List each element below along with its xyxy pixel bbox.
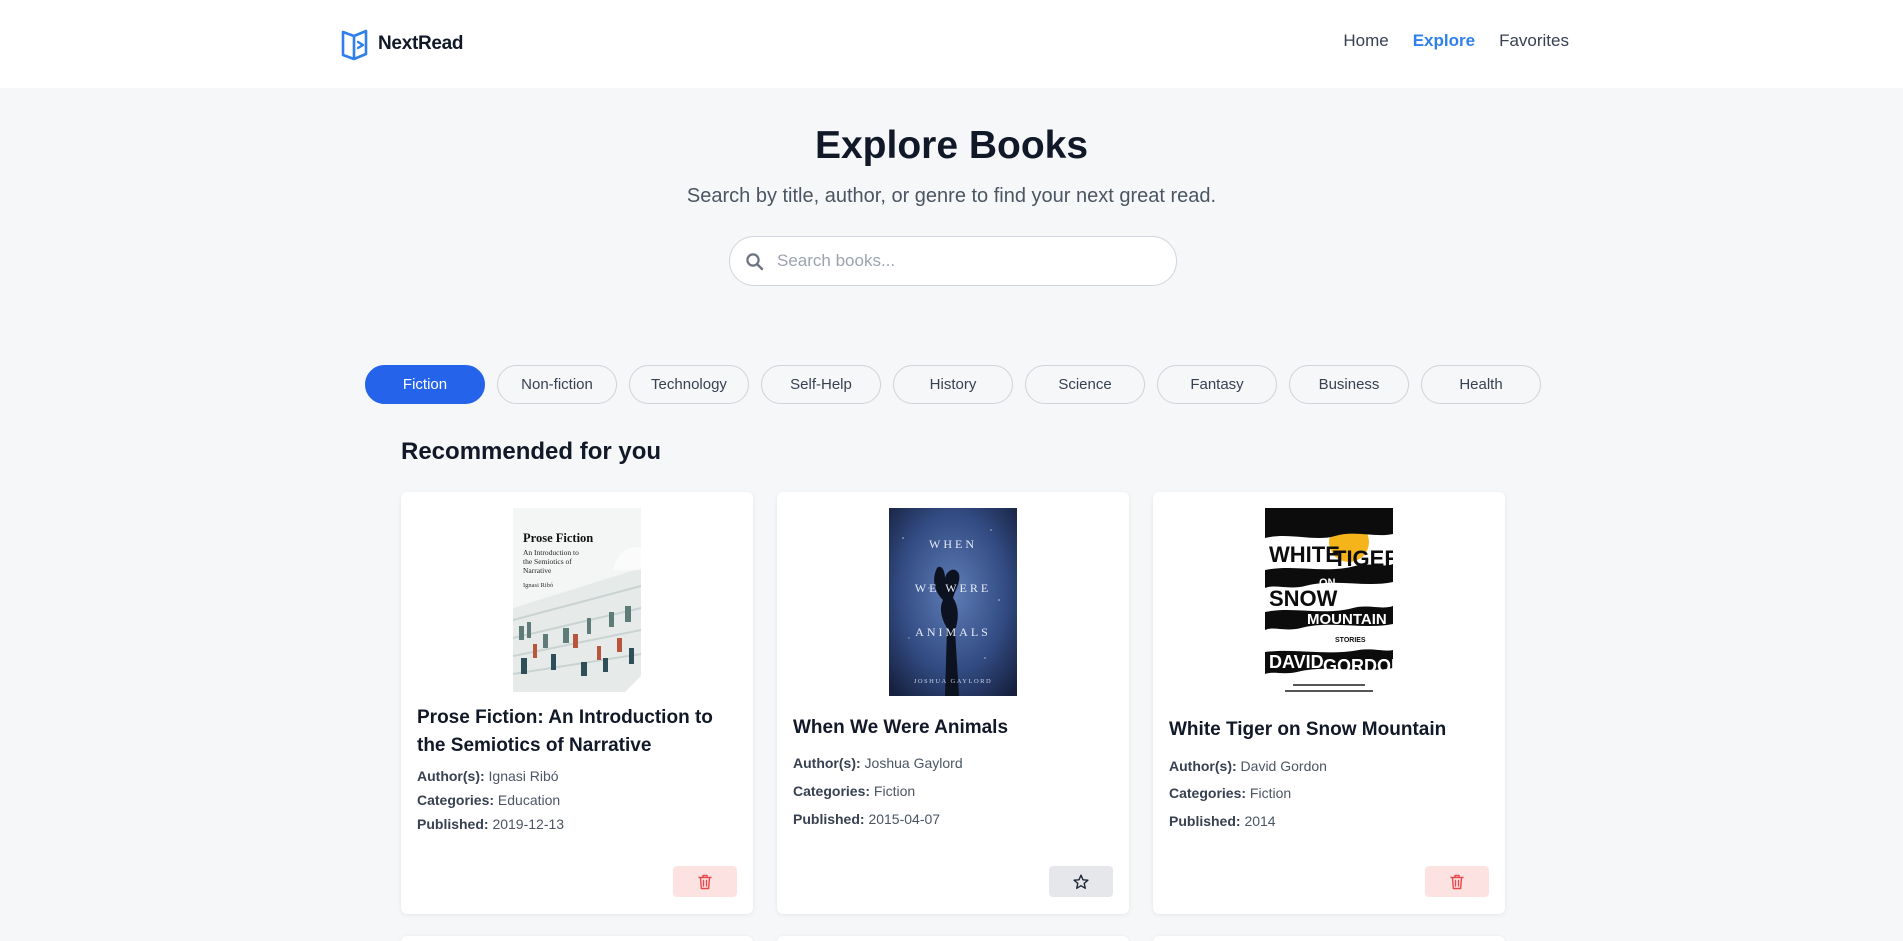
book-title[interactable]: When We Were Animals (793, 714, 1113, 742)
svg-text:GORDON: GORDON (1323, 656, 1393, 676)
search-box (729, 236, 1177, 286)
book-cover: WHITE TIGER ON SNOW MOUNTAIN STORIES DAV… (1265, 508, 1393, 700)
cover-title: WHEN (929, 537, 977, 551)
book-categories: Categories: Fiction (793, 783, 916, 799)
svg-text:STORIES: STORIES (1335, 637, 1366, 644)
book-card-partial (401, 936, 753, 941)
book-title[interactable]: White Tiger on Snow Mountain (1169, 716, 1489, 744)
search-input[interactable] (777, 238, 1162, 284)
book-title[interactable]: Prose Fiction: An Introduction to the Se… (417, 704, 737, 760)
favorite-button[interactable] (1049, 866, 1113, 897)
book-authors: Author(s): David Gordon (1169, 758, 1327, 774)
svg-text:WE WERE: WE WERE (915, 581, 991, 595)
book-card-partial (777, 936, 1129, 941)
genre-chip-fantasy[interactable]: Fantasy (1157, 365, 1277, 404)
search-icon (746, 253, 764, 271)
svg-text:DAVID: DAVID (1269, 652, 1324, 672)
nav-home[interactable]: Home (1343, 31, 1388, 51)
navbar: NextRead Home Explore Favorites (0, 0, 1903, 88)
logo[interactable]: NextRead (341, 27, 464, 61)
genre-chip-self-help[interactable]: Self-Help (761, 365, 881, 404)
svg-text:TIGER: TIGER (1333, 546, 1393, 571)
trash-icon (1450, 874, 1464, 889)
book-cover: WHEN WE WERE ANIMALS JOSHUA GAYLORD (889, 508, 1017, 696)
star-icon (1073, 874, 1089, 889)
svg-text:MOUNTAIN: MOUNTAIN (1307, 611, 1387, 628)
genre-chip-technology[interactable]: Technology (629, 365, 749, 404)
book-logo-icon (341, 29, 368, 61)
svg-text:JOSHUA GAYLORD: JOSHUA GAYLORD (914, 678, 992, 685)
nav-favorites[interactable]: Favorites (1499, 31, 1569, 51)
book-categories: Categories: Fiction (1169, 785, 1292, 801)
book-card-partial (1153, 936, 1505, 941)
trash-icon (698, 874, 712, 889)
cover-title: WHITE (1269, 542, 1340, 567)
svg-text:SNOW: SNOW (1269, 586, 1338, 611)
genre-chip-history[interactable]: History (893, 365, 1013, 404)
svg-text:Ignasi Ribó: Ignasi Ribó (523, 582, 553, 589)
cover-title: Prose Fiction (523, 531, 593, 545)
svg-text:the Semiotics of: the Semiotics of (523, 557, 572, 566)
page-title: Explore Books (814, 124, 1089, 167)
book-published: Published: 2019-12-13 (417, 816, 565, 832)
delete-button[interactable] (673, 866, 737, 897)
book-cover: Prose Fiction An Introduction to the Sem… (513, 508, 641, 692)
book-published: Published: 2014 (1169, 813, 1276, 829)
genre-filter: Fiction Non-fiction Technology Self-Help… (365, 365, 1541, 404)
book-published: Published: 2015-04-07 (793, 811, 941, 827)
book-authors: Author(s): Ignasi Ribó (417, 768, 559, 784)
page-subtitle: Search by title, author, or genre to fin… (686, 185, 1217, 207)
genre-chip-fiction[interactable]: Fiction (365, 365, 485, 404)
logo-text: NextRead (378, 33, 464, 54)
svg-text:ANIMALS: ANIMALS (915, 625, 991, 639)
svg-text:An Introduction to: An Introduction to (523, 548, 579, 557)
nav-explore[interactable]: Explore (1413, 31, 1475, 51)
book-card[interactable]: Prose Fiction An Introduction to the Sem… (401, 492, 753, 914)
delete-button[interactable] (1425, 866, 1489, 897)
genre-chip-business[interactable]: Business (1289, 365, 1409, 404)
book-authors: Author(s): Joshua Gaylord (793, 755, 963, 771)
genre-chip-non-fiction[interactable]: Non-fiction (497, 365, 617, 404)
section-title: Recommended for you (401, 438, 662, 465)
main-nav: Home Explore Favorites (1343, 31, 1569, 51)
book-card[interactable]: WHITE TIGER ON SNOW MOUNTAIN STORIES DAV… (1153, 492, 1505, 914)
svg-text:Narrative: Narrative (523, 566, 552, 575)
book-card[interactable]: WHEN WE WERE ANIMALS JOSHUA GAYLORD When… (777, 492, 1129, 914)
book-categories: Categories: Education (417, 792, 561, 808)
genre-chip-health[interactable]: Health (1421, 365, 1541, 404)
genre-chip-science[interactable]: Science (1025, 365, 1145, 404)
